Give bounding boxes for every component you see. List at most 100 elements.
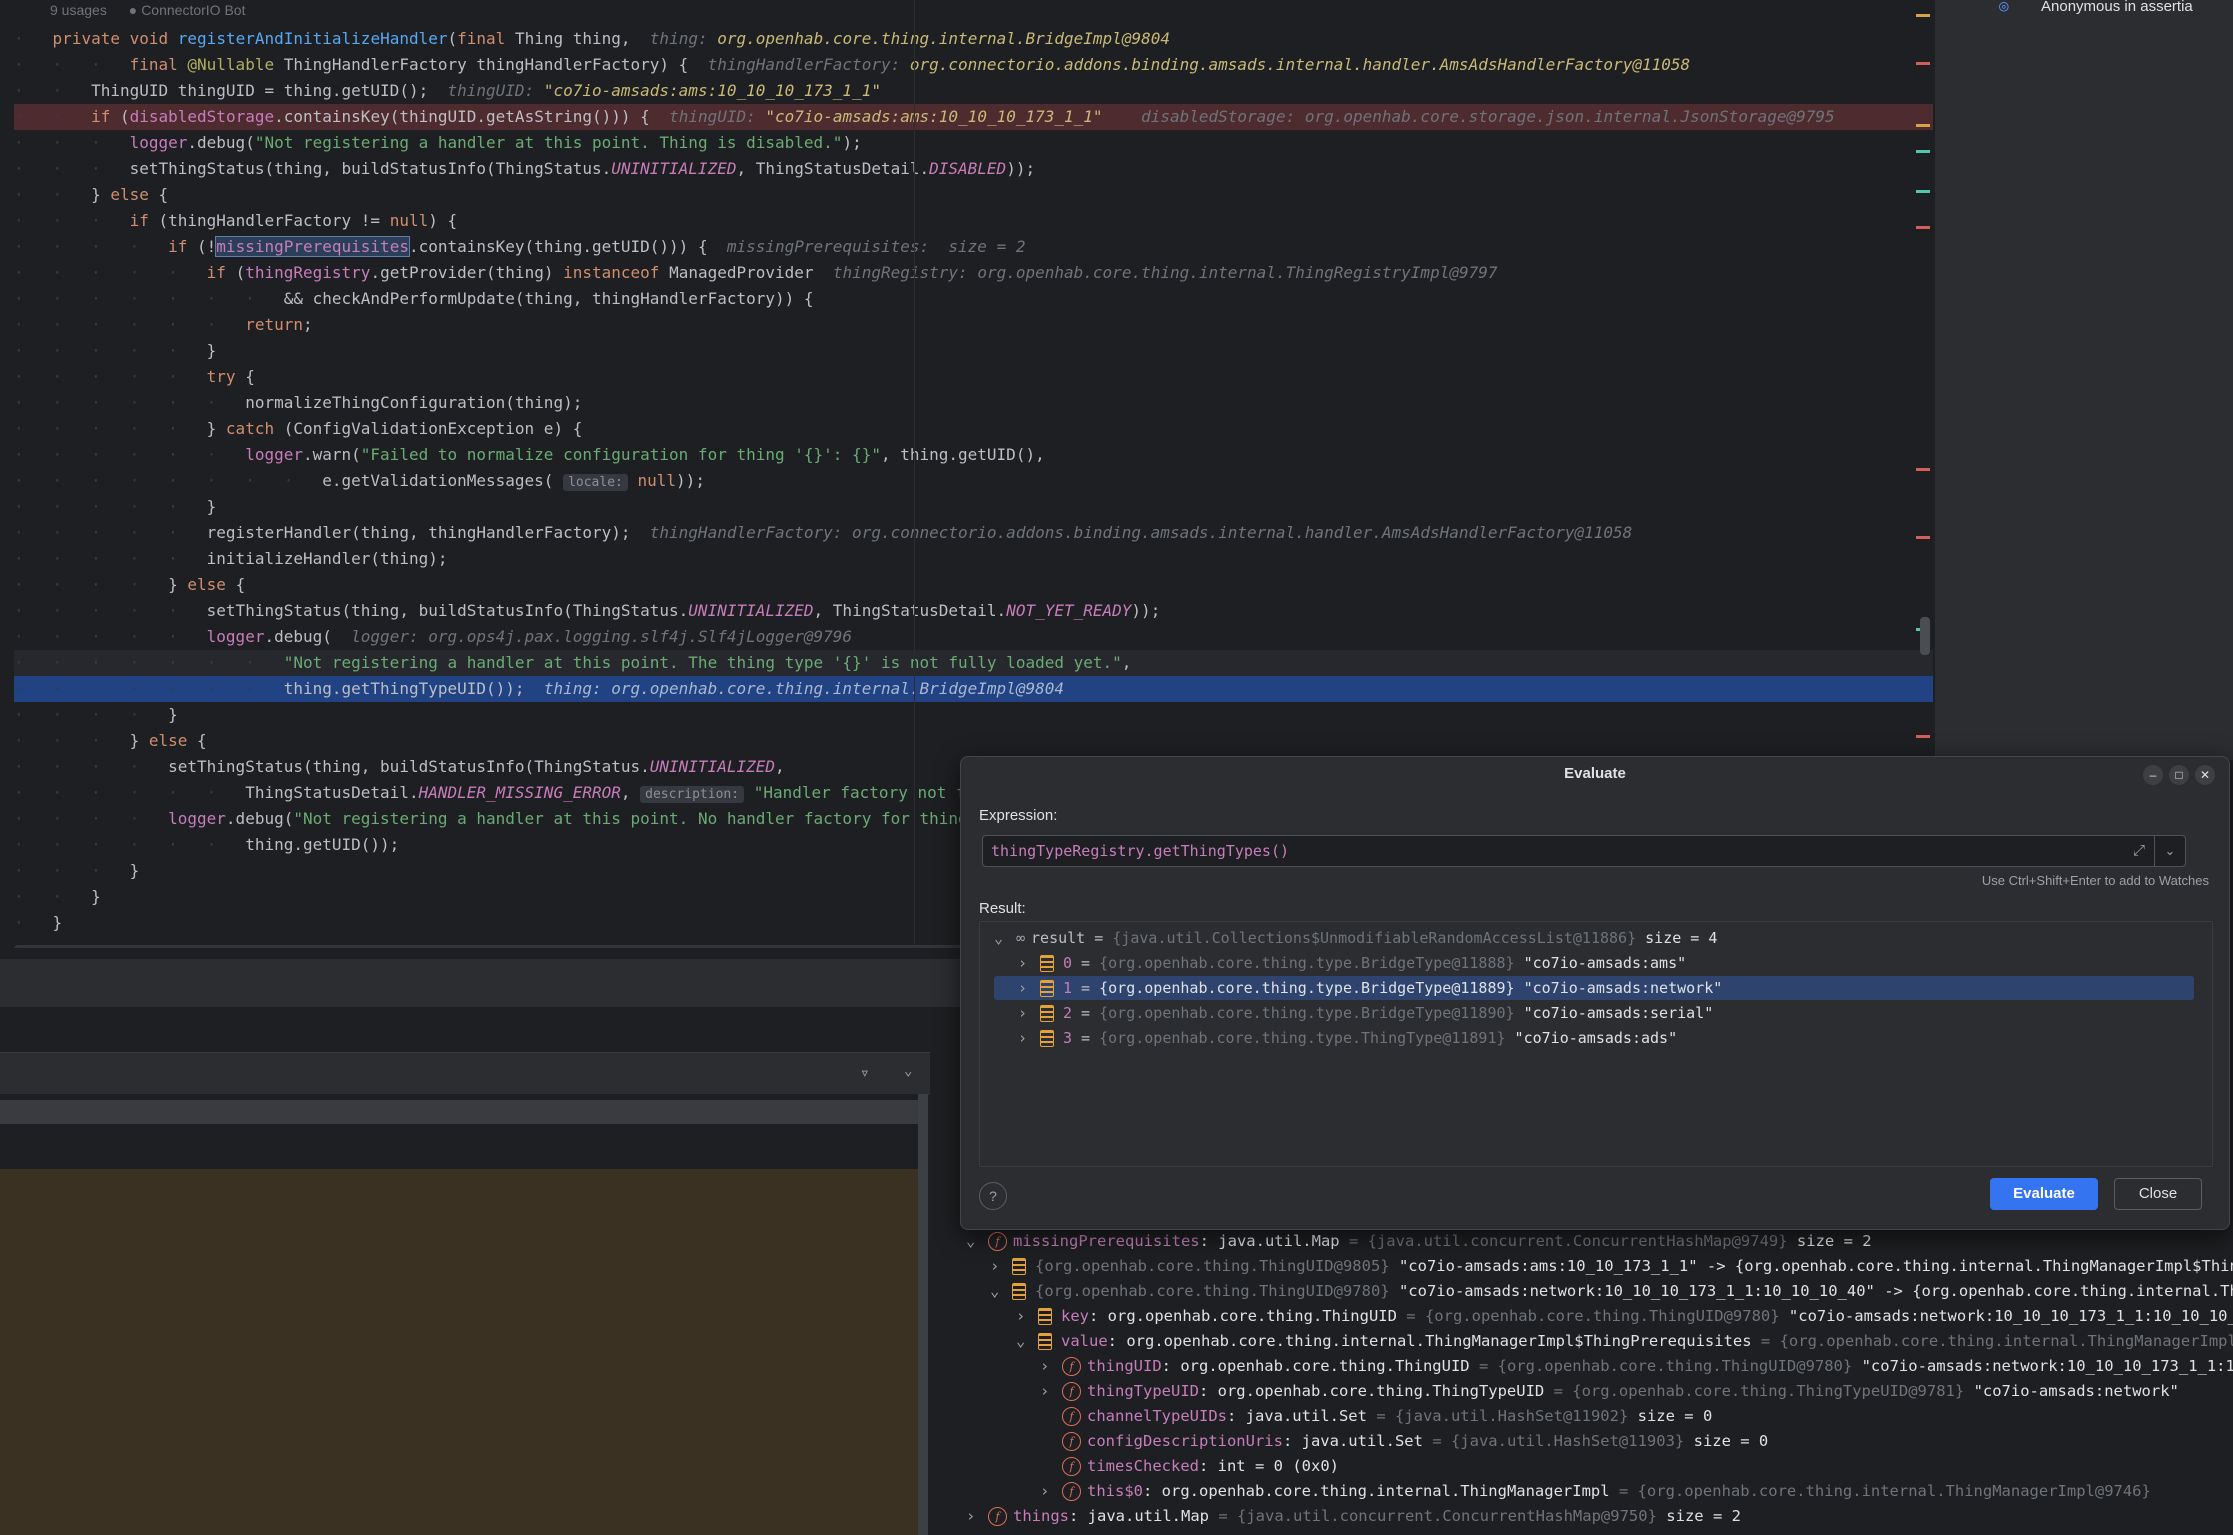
author-name: ConnectorIO Bot [141,2,246,18]
code-line: · · · · } [14,705,178,724]
code-line: · · · · · · logger.warn("Failed to norma… [14,445,1045,464]
variable-ref: = {org.openhab.core.thing.internal.Thing… [1618,1482,2151,1500]
chevron-down-icon[interactable]: ⌄ [1016,1329,1038,1354]
variable-row[interactable]: f configDescriptionUris: java.util.Set = … [1062,1429,1768,1454]
author-label: ● ConnectorIO Bot [129,2,264,18]
variable-value: size = 0 [1693,1432,1769,1450]
variable-type: : java.util.Map [1199,1232,1340,1250]
debug-toolbar-panel [0,958,960,1007]
scroll-marker [1916,124,1930,127]
result-size: size = 4 [1645,929,1718,947]
variable-row[interactable]: ⌄ f missingPrerequisites: java.util.Map = … [966,1229,1872,1254]
item-value: "co7io-amsads:serial" [1523,1004,1714,1022]
usages-link[interactable]: 9 usages [50,2,107,18]
code-line: · · } else { [14,185,169,204]
entry-icon [1012,1283,1026,1300]
variable-ref: = 0 (0x0) [1255,1457,1339,1475]
close-icon[interactable]: ✕ [2195,765,2215,785]
result-label: Result: [979,900,1026,917]
field-icon: f [1062,1357,1081,1376]
variable-row[interactable]: › f this$0: org.openhab.core.thing.interna… [1040,1479,2151,1504]
chevron-right-icon[interactable]: › [1018,1026,1040,1050]
history-dropdown-icon[interactable]: ⌄ [2154,836,2185,866]
maximize-icon[interactable]: □ [2169,765,2189,785]
expression-value: thingTypeRegistry.getThingTypes() [991,842,1290,860]
variable-name: {org.openhab.core.thing.ThingUID@9805} [1035,1257,1390,1275]
chevron-right-icon[interactable]: › [1016,1304,1038,1329]
evaluate-button[interactable]: Evaluate [1990,1178,2098,1210]
expand-icon[interactable]: ⤢ [2133,842,2145,859]
field-icon: f [1062,1482,1081,1501]
entry-icon [1040,1005,1054,1022]
evaluate-dialog: Evaluate – □ ✕ Expression: thingTypeRegi… [960,756,2230,1230]
chevron-right-icon[interactable]: › [1018,976,1040,1000]
chevron-right-icon[interactable]: › [990,1254,1012,1279]
code-line: · · · · · · normalizeThingConfiguration(… [14,393,583,412]
variable-row[interactable]: ⌄ value: org.openhab.core.thing.internal.… [1016,1329,2233,1354]
result-item-row-selected[interactable]: › 1 = {org.openhab.core.thing.type.Bridge… [994,976,2194,1000]
variable-row[interactable]: › f thingTypeUID: org.openhab.core.thing.T… [1040,1379,2179,1404]
item-value: "co7io-amsads:network" [1523,979,1723,997]
variable-row[interactable]: ⌄ {org.openhab.core.thing.ThingUID@9780} … [990,1279,2233,1304]
code-line: · · · · · } [14,497,217,516]
variable-name: things [1013,1507,1069,1525]
variable-name: this$0 [1087,1482,1143,1500]
entry-icon [1038,1308,1052,1325]
frames-list[interactable] [0,1094,928,1169]
result-name: result [1031,929,1086,947]
chevron-down-icon[interactable]: ⌄ [904,1063,912,1079]
result-tree[interactable]: ⌄ ∞ result = {java.util.Collections$Unmodi… [979,921,2213,1167]
chevron-right-icon[interactable]: › [1018,1001,1040,1025]
variable-row[interactable]: › f thingUID: org.openhab.core.thing.Thing… [1040,1354,2233,1379]
variable-ref: = {org.openhab.core.thing.internal.Thing… [1760,1332,2233,1350]
item-index: 2 [1063,1004,1073,1022]
variable-ref: = {org.openhab.core.thing.ThingTypeUID@9… [1553,1382,1965,1400]
watch-result-icon: ∞ [1016,929,1026,947]
code-line: · · · · · · · · e.getValidationMessages(… [14,471,705,491]
frames-scrollbar[interactable] [918,1094,928,1535]
chevron-down-icon[interactable]: ⌄ [966,1229,988,1254]
item-index: 1 [1063,979,1073,997]
variable-row[interactable]: › {org.openhab.core.thing.ThingUID@9805} … [990,1254,2233,1279]
chevron-right-icon[interactable]: › [1040,1354,1062,1379]
scroll-marker [1916,226,1930,229]
result-root-row[interactable]: ⌄ ∞ result = {java.util.Collections$Unmodi… [994,926,1717,950]
item-value: "co7io-amsads:ams" [1523,954,1687,972]
variable-value: "co7io-amsads:network:10_10_10_173_1_1:1… [1861,1357,2233,1375]
code-line: · · · · · initializeHandler(thing); [14,549,448,568]
variable-ref: = {org.openhab.core.thing.ThingUID@9780} [1406,1307,1780,1325]
chevron-down-icon[interactable]: ⌄ [990,1279,1012,1304]
editor-vertical-scrollbar[interactable] [1920,617,1930,655]
close-button[interactable]: Close [2114,1178,2202,1210]
result-item-row[interactable]: › 2 = {org.openhab.core.thing.type.Bridge… [1018,1001,1713,1025]
frame-row-selected[interactable] [0,1100,928,1124]
variable-row[interactable]: › f things: java.util.Map = {java.util.con… [966,1504,1741,1529]
chevron-right-icon[interactable]: › [1040,1379,1062,1404]
chevron-right-icon[interactable]: › [1018,951,1040,975]
code-line: · · ThingUID thingUID = thing.getUID(); … [14,81,881,100]
result-item-row[interactable]: › 0 = {org.openhab.core.thing.type.Bridge… [1018,951,1686,975]
dialog-title: Evaluate [1564,765,1626,782]
chevron-right-icon[interactable]: › [1040,1479,1062,1504]
filter-icon[interactable]: ▿ [860,1063,870,1082]
variable-row[interactable]: f channelTypeUIDs: java.util.Set = {java.… [1062,1404,1712,1429]
variable-type: : int [1198,1457,1246,1475]
field-icon: f [1062,1457,1081,1476]
expression-field[interactable]: thingTypeRegistry.getThingTypes() ⤢ ⌄ [982,835,2186,867]
person-icon: ● [128,2,138,18]
minimize-icon[interactable]: – [2143,765,2163,785]
chevron-right-icon[interactable]: › [966,1504,988,1529]
field-icon: f [1062,1432,1081,1451]
variable-row[interactable]: › key: org.openhab.core.thing.ThingUID = … [1016,1304,2233,1329]
variable-name: {org.openhab.core.thing.ThingUID@9780} [1035,1282,1390,1300]
target-icon: ◎ [1999,0,2009,15]
variable-row[interactable]: f timesChecked: int = 0 (0x0) [1062,1454,1339,1479]
chevron-down-icon[interactable]: ⌄ [994,926,1016,950]
result-item-row[interactable]: › 3 = {org.openhab.core.thing.type.ThingT… [1018,1026,1677,1050]
field-icon: f [1062,1382,1081,1401]
console-area [0,1169,918,1535]
result-ref: {java.util.Collections$UnmodifiableRando… [1112,929,1637,947]
variable-ref: = {java.util.HashSet@11903} [1432,1432,1685,1450]
entry-icon [1012,1258,1026,1275]
help-button[interactable]: ? [979,1182,1007,1210]
